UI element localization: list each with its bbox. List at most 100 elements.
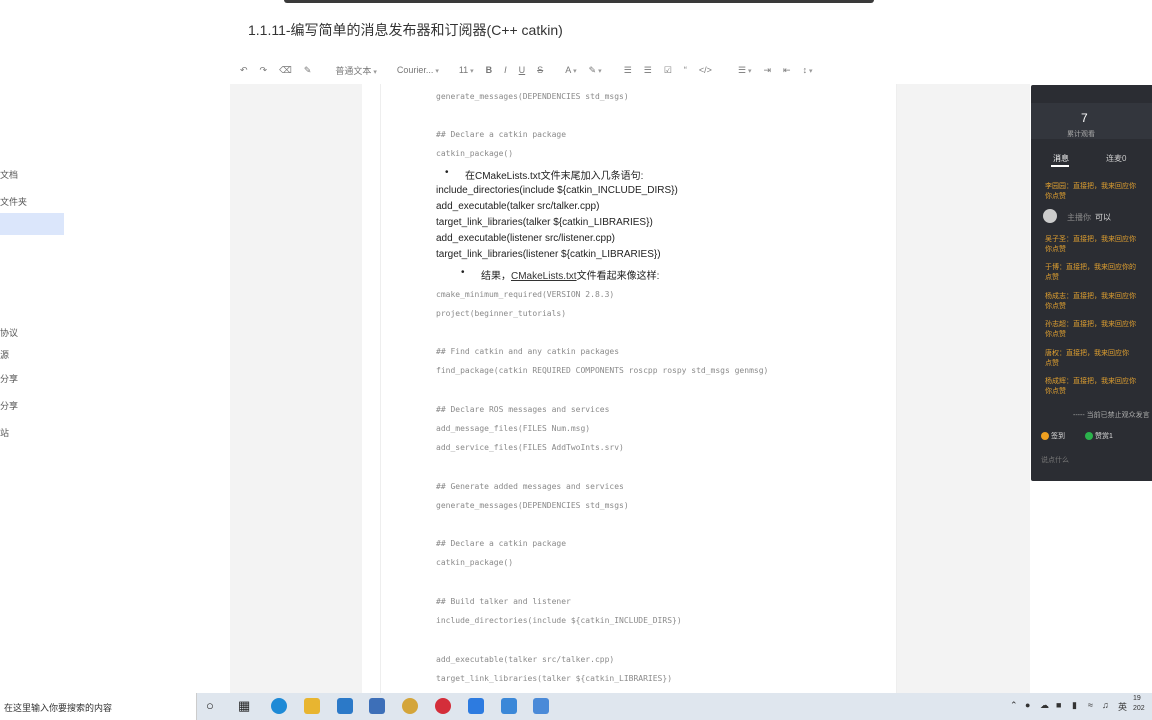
store-icon[interactable] [369, 698, 385, 714]
chat-message: 杨成辉：直接把，我来回应你 [1045, 378, 1136, 385]
sidebar-item-share-2[interactable]: 分享 [0, 399, 18, 412]
code-line: project(beginner_tutorials) [436, 309, 567, 318]
line-spacing-icon[interactable]: ↕ [803, 65, 813, 75]
sign-in-label: 签到 [1051, 433, 1065, 440]
like-icon [1085, 432, 1093, 441]
text-line: target_link_libraries(listener ${catkin_… [436, 249, 661, 260]
code-line: catkin_package() [436, 558, 514, 567]
strikethrough-button[interactable]: S [537, 65, 543, 75]
sidebar-item-site[interactable]: 站 [0, 426, 9, 439]
chat-message: 你点赞 [1045, 246, 1066, 253]
clock-time: 19 [1133, 695, 1141, 702]
tab-underline [1051, 165, 1069, 167]
bullet-list-icon[interactable]: ☰ [624, 65, 632, 76]
chat-message: 你点赞 [1045, 303, 1066, 310]
chat-message: 于博：直接把，我来回应你的 [1045, 264, 1136, 271]
editor-toolbar: ↶ ↷ ⌫ ✎ 普通文本 Courier... 11 B I U S A ✎ ☰… [240, 61, 1030, 79]
taskbar-search-input[interactable]: 在这里输入你要搜索的内容 [4, 701, 112, 714]
code-line: find_package(catkin REQUIRED COMPONENTS … [436, 366, 769, 375]
sidebar-item-protocol[interactable]: 协议 [0, 326, 18, 339]
vscode-icon[interactable] [501, 698, 517, 714]
netease-music-icon[interactable] [435, 698, 451, 714]
app-icon[interactable] [533, 698, 549, 714]
font-size-dropdown[interactable]: 11 [459, 65, 474, 75]
code-line: catkin_package() [436, 149, 514, 158]
chat-message: 你点赞 [1045, 193, 1066, 200]
bold-button[interactable]: B [486, 65, 493, 75]
undo-icon[interactable]: ↶ [240, 65, 248, 76]
tray-app-icon-2[interactable]: ■ [1056, 700, 1061, 710]
cmakelists-link[interactable]: CMakeLists.txt [511, 271, 577, 282]
tray-chevron-icon[interactable]: ⌃ [1010, 700, 1018, 711]
edge-icon[interactable] [271, 698, 287, 714]
left-gutter [230, 84, 362, 694]
volume-icon[interactable]: ♫ [1102, 700, 1109, 710]
code-button[interactable]: </> [699, 65, 712, 75]
chrome-icon[interactable] [402, 698, 418, 714]
chat-message: 杨成志：直接把，我来回应你 [1045, 293, 1136, 300]
underline-button[interactable]: U [519, 65, 526, 75]
highlight-icon[interactable]: ✎ [589, 65, 602, 76]
cortana-icon[interactable]: ○ [206, 698, 214, 713]
sidebar-item-docs[interactable]: 文档 [0, 168, 18, 181]
redo-icon[interactable]: ↷ [260, 65, 268, 76]
feishu-icon[interactable] [468, 698, 484, 714]
battery-icon[interactable]: ▮ [1072, 700, 1077, 711]
chat-message: 你点赞 [1045, 388, 1066, 395]
mail-icon[interactable] [337, 698, 353, 714]
tray-app-icon[interactable]: ● [1025, 700, 1030, 710]
sidebar-selected-item[interactable] [0, 213, 64, 235]
format-painter-icon[interactable]: ✎ [304, 65, 312, 76]
viewer-count-label: 累计观看 [1067, 131, 1095, 138]
sidebar-item-source[interactable]: 源 [0, 348, 9, 361]
text-line: target_link_libraries(talker ${catkin_LI… [436, 217, 653, 228]
wifi-icon[interactable]: ≈ [1088, 700, 1093, 710]
system-message-text: 可以 [1095, 213, 1111, 222]
text-line: add_executable(talker src/talker.cpp) [436, 201, 600, 212]
quote-button[interactable]: “ [684, 65, 687, 75]
italic-button[interactable]: I [504, 65, 507, 75]
document-title: 1.1.11-编写简单的消息发布器和订阅器(C++ catkin) [248, 22, 563, 38]
checklist-icon[interactable]: ☑ [664, 65, 672, 76]
font-family-dropdown[interactable]: Courier... [397, 65, 439, 75]
taskbar-search-box[interactable]: 在这里输入你要搜索的内容 [0, 693, 197, 720]
code-line: ## Declare a catkin package [436, 539, 567, 548]
indent-icon[interactable]: ⇥ [763, 65, 771, 76]
chat-input[interactable]: 说点什么 [1041, 455, 1069, 465]
code-line: ## Build talker and listener [436, 597, 571, 606]
sidebar-item-share[interactable]: 分享 [0, 372, 18, 385]
outdent-icon[interactable]: ⇤ [783, 65, 791, 76]
code-line: add_message_files(FILES Num.msg) [436, 424, 591, 433]
font-color-button[interactable]: A [565, 65, 576, 75]
code-line: cmake_minimum_required(VERSION 2.8.3) [436, 290, 615, 299]
code-line: target_link_libraries(talker ${catkin_LI… [436, 674, 673, 683]
bullet-pre-text: 结果， [481, 271, 511, 282]
like-button[interactable]: 赞赏1 [1085, 431, 1113, 441]
viewer-count: 7 [1081, 111, 1088, 125]
tab-connect[interactable]: 连麦0 [1106, 153, 1126, 164]
align-icon[interactable]: ☰ [738, 65, 752, 76]
numbered-list-icon[interactable]: ☰ [644, 65, 652, 76]
live-chat-panel: 7 累计观看 消息 连麦0 李园园：直接把，我来回应你 你点赞 主播你 可以 吴子… [1031, 85, 1152, 481]
avatar [1043, 209, 1057, 223]
bullet-post-text: 文件看起来像这样: [576, 271, 660, 282]
task-view-icon[interactable]: ▦ [238, 698, 250, 714]
system-message: 主播你 可以 [1067, 212, 1111, 223]
sidebar-item-folder[interactable]: 文件夹 [0, 195, 27, 208]
file-explorer-icon[interactable] [304, 698, 320, 714]
chat-message: 吴子圣：直接把，我来回应你 [1045, 236, 1136, 243]
chat-message: 你点赞 [1045, 331, 1066, 338]
code-line: ## Generate added messages and services [436, 482, 624, 491]
bullet-text-with-link: 结果，CMakeLists.txt文件看起来像这样: [461, 267, 660, 282]
paragraph-style-dropdown[interactable]: 普通文本 [335, 64, 376, 77]
taskbar-clock[interactable]: 19 202 [1133, 694, 1145, 714]
tab-messages[interactable]: 消息 [1053, 153, 1069, 164]
sign-in-button[interactable]: 签到 [1041, 431, 1065, 441]
code-line: add_service_files(FILES AddTwoInts.srv) [436, 443, 624, 452]
input-language[interactable]: 英 [1118, 700, 1127, 713]
text-line: add_executable(listener src/listener.cpp… [436, 233, 615, 244]
eraser-icon[interactable]: ⌫ [279, 65, 292, 76]
code-line: ## Find catkin and any catkin packages [436, 347, 620, 356]
cloud-icon[interactable]: ☁ [1040, 700, 1049, 711]
bullet-text: 在CMakeLists.txt文件末尾加入几条语句: [445, 167, 643, 182]
